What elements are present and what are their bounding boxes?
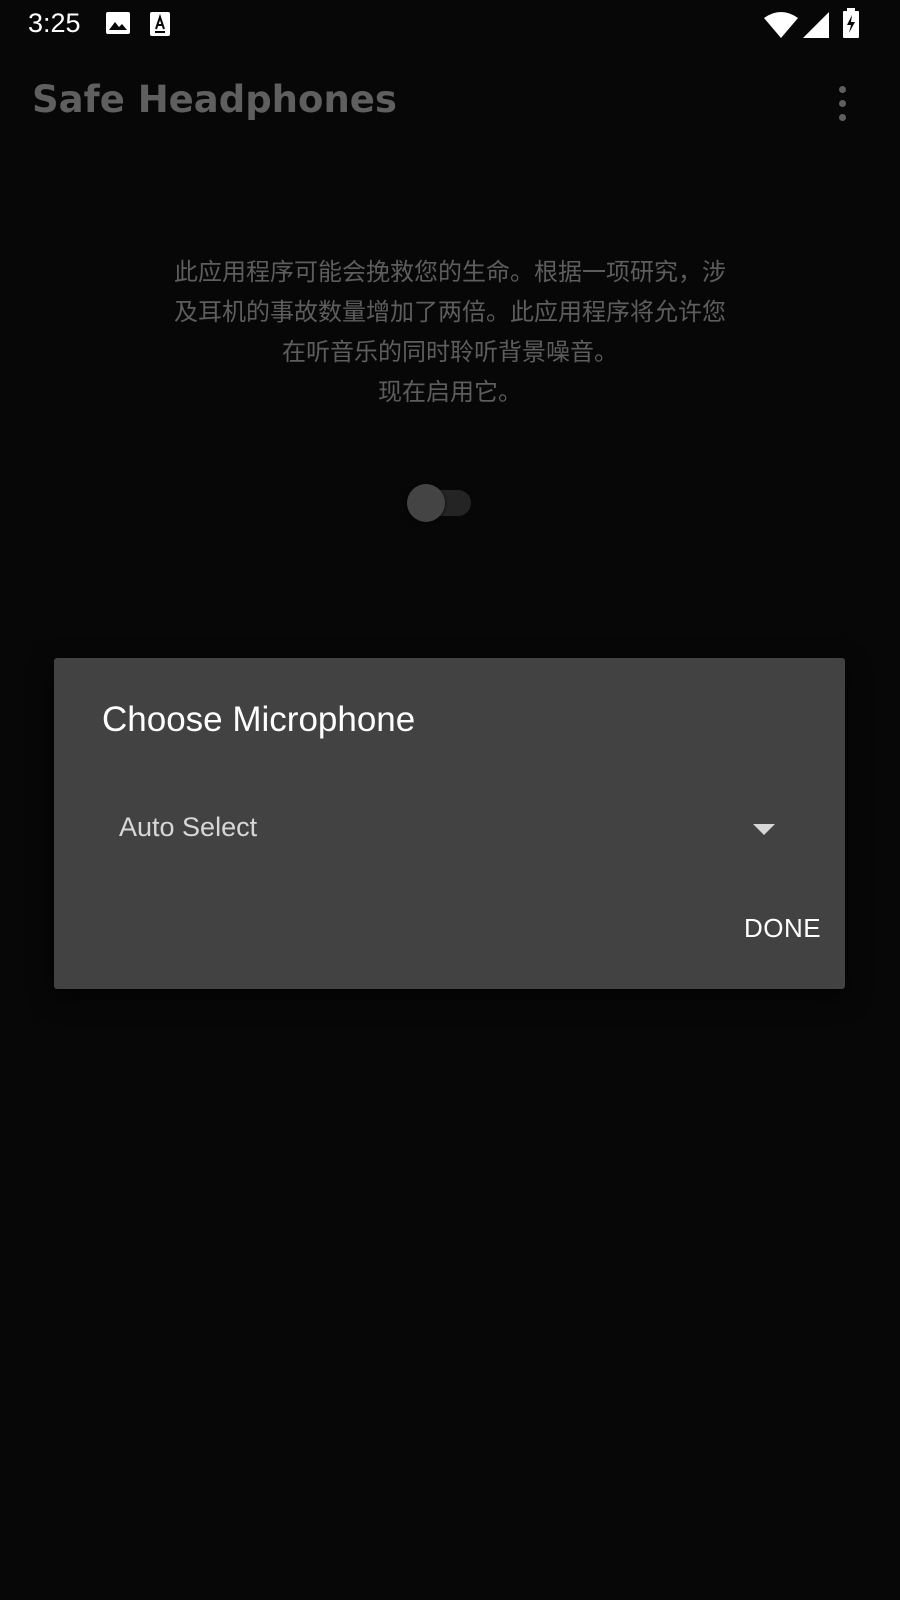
enable-toggle[interactable] [405,484,477,524]
image-icon [106,12,130,34]
dropdown-arrow-icon [753,824,775,835]
description-line: 及耳机的事故数量增加了两倍。此应用程序将允许您 [174,298,726,326]
app-title: Safe Headphones [32,78,397,121]
description-line: 在听音乐的同时聆听背景噪音。 [282,338,618,366]
microphone-spinner[interactable]: Auto Select [102,798,788,854]
done-button[interactable]: DONE [744,906,834,950]
cell-signal-icon [803,12,829,38]
choose-microphone-dialog: Choose Microphone Auto Select DONE [54,658,845,989]
description-text: 此应用程序可能会挽救您的生命。根据一项研究，涉 及耳机的事故数量增加了两倍。此应… [100,252,800,412]
status-bar: 3:25 [0,0,900,50]
spinner-selected-value: Auto Select [119,812,258,842]
wifi-icon [764,12,798,38]
toggle-thumb [407,484,445,522]
dialog-title: Choose Microphone [102,700,416,739]
status-time: 3:25 [28,8,81,38]
battery-charging-icon [843,8,859,38]
description-line: 此应用程序可能会挽救您的生命。根据一项研究，涉 [174,258,726,286]
text-a-icon [150,12,170,36]
overflow-menu-icon[interactable] [836,86,848,122]
description-line: 现在启用它。 [378,378,522,406]
